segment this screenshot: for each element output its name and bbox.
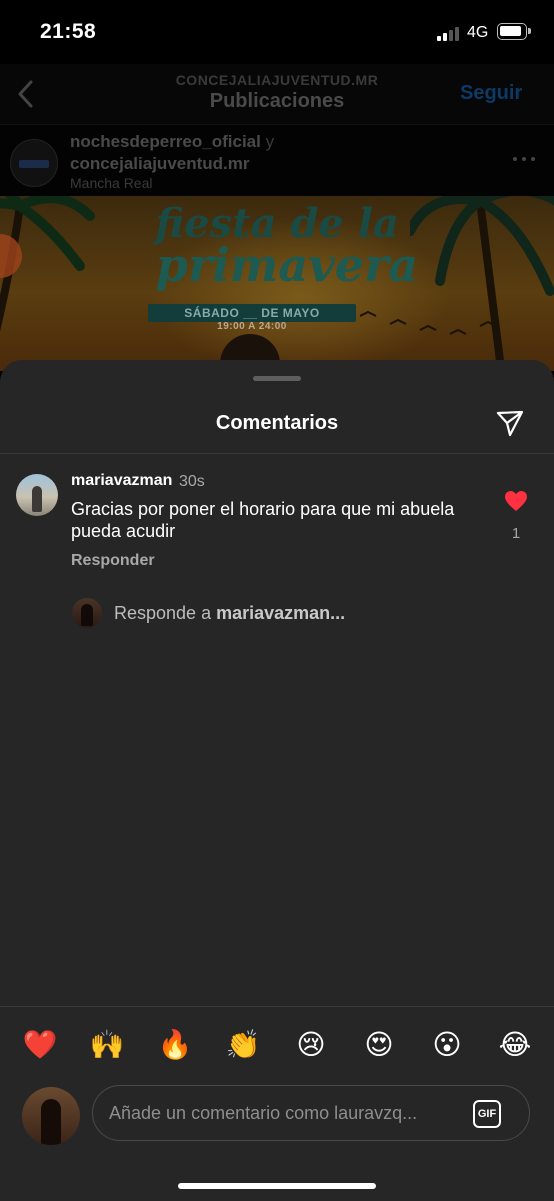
comment-input[interactable] (92, 1085, 530, 1141)
author-joiner: y (265, 132, 275, 151)
post-location[interactable]: Mancha Real (70, 175, 153, 191)
post-authors[interactable]: nochesdeperreo_oficial y concejaliajuven… (70, 131, 490, 175)
send-icon[interactable] (495, 408, 525, 438)
emoji-heart-button[interactable]: ❤️ (22, 1027, 58, 1063)
post-avatar[interactable] (10, 139, 58, 187)
reply-prompt[interactable]: Responde a mariavazman... (114, 603, 345, 624)
signal-icon (437, 25, 463, 41)
reply-prompt-prefix: Responde a (114, 603, 212, 623)
emoji-heart-eyes-button[interactable]: 😍 (361, 1027, 397, 1063)
reply-prompt-user: mariavazman... (216, 603, 346, 623)
emoji-fire-button[interactable]: 🔥 (157, 1027, 193, 1063)
emoji-clap-button[interactable]: 👏 (225, 1027, 261, 1063)
heart-icon[interactable] (504, 490, 528, 512)
battery-icon (497, 23, 531, 40)
current-user-avatar (22, 1087, 80, 1145)
reply-button[interactable]: Responder (71, 552, 155, 570)
author-1[interactable]: nochesdeperreo_oficial (70, 132, 261, 151)
comment-username[interactable]: mariavazman (71, 472, 172, 490)
gif-button[interactable]: GIF (473, 1100, 501, 1128)
birds-icon (360, 310, 497, 335)
comment-composer: ❤️ 🙌 🔥 👏 😢 😍 😮 😂 GIF (0, 1006, 554, 1201)
post-image: fiesta de la primavera SÁBADO __ DE MAYO… (0, 196, 554, 371)
comment-text: Gracias por poner el horario para que mi… (71, 499, 455, 541)
sheet-title: Comentarios (215, 412, 339, 434)
home-indicator (178, 1183, 376, 1189)
post-header: nochesdeperreo_oficial y concejaliajuven… (0, 124, 554, 197)
emoji-laughing-button[interactable]: 😂 (497, 1027, 533, 1063)
like-count: 1 (511, 525, 521, 542)
status-time: 21:58 (40, 20, 97, 43)
emoji-surprised-button[interactable]: 😮 (429, 1027, 465, 1063)
emoji-crying-button[interactable]: 😢 (293, 1027, 329, 1063)
status-bar: 21:58 4G (0, 0, 554, 64)
follow-button[interactable]: Seguir (460, 82, 522, 105)
comment-time: 30s (179, 473, 205, 490)
poster-date: SÁBADO __ DE MAYO (148, 304, 356, 322)
emoji-raised-hands-button[interactable]: 🙌 (89, 1027, 125, 1063)
poster-title-line-2: primavera (155, 238, 419, 292)
comment-avatar[interactable] (16, 474, 58, 516)
reply-avatar (72, 598, 102, 628)
author-2[interactable]: concejaliajuventud.mr (70, 154, 250, 173)
more-options-icon[interactable] (513, 157, 537, 165)
sheet-grabber[interactable] (253, 376, 301, 381)
network-type: 4G (467, 24, 489, 41)
sheet-divider (0, 453, 554, 454)
emoji-quick-bar: ❤️ 🙌 🔥 👏 😢 😍 😮 😂 (0, 1027, 554, 1067)
poster-hours: 19:00 A 24:00 (217, 321, 287, 332)
nav-bar: CONCEJALIAJUVENTUD.MR Publicaciones Segu… (0, 64, 554, 124)
